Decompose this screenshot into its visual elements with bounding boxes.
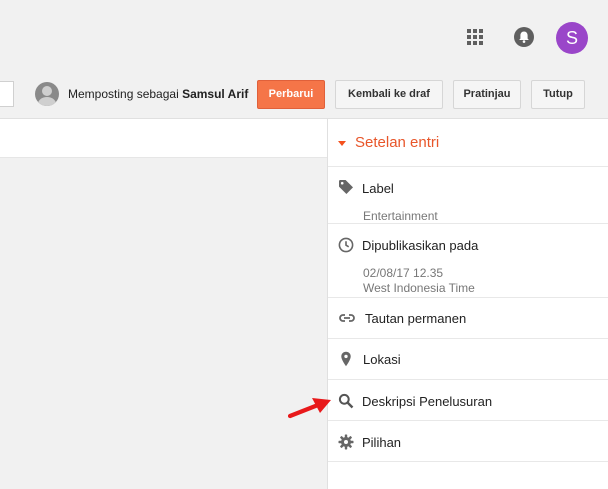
tag-icon (339, 180, 353, 194)
red-arrow-icon (288, 398, 331, 419)
editor-canvas[interactable] (0, 158, 327, 489)
gear-icon (338, 434, 354, 450)
author-avatar (35, 82, 59, 106)
post-settings-panel: Setelan entri Label Entertainment Dipubl… (327, 119, 608, 489)
apps-grid-icon[interactable] (466, 28, 484, 46)
setting-label-text: Label (362, 181, 394, 196)
panel-title: Setelan entri (355, 134, 440, 151)
bell-icon[interactable] (513, 26, 535, 48)
close-button[interactable]: Tutup (531, 80, 585, 109)
caret-down-icon (338, 141, 346, 146)
published-date: 02/08/17 12.35 (363, 266, 444, 280)
setting-published-on[interactable]: Dipublikasikan pada 02/08/17 12.35 West … (328, 224, 608, 298)
author-name: Samsul Arif (182, 87, 249, 101)
post-title-input[interactable] (0, 81, 14, 107)
post-toolbar: Memposting sebagai Samsul Arif Perbarui … (0, 72, 608, 119)
setting-search-description-text: Deskripsi Penelusuran (362, 394, 493, 409)
setting-permalink[interactable]: Tautan permanen (328, 298, 608, 339)
location-pin-icon (341, 351, 351, 367)
setting-labels[interactable]: Label Entertainment (328, 167, 608, 224)
setting-permalink-text: Tautan permanen (365, 311, 467, 326)
link-icon (339, 314, 355, 322)
top-bar: S (0, 0, 608, 72)
setting-search-description[interactable]: Deskripsi Penelusuran (328, 380, 608, 421)
editor-toolbar (0, 119, 327, 158)
setting-location[interactable]: Lokasi (328, 339, 608, 380)
setting-location-text: Lokasi (363, 352, 401, 367)
search-icon (338, 393, 354, 409)
setting-options-text: Pilihan (362, 435, 402, 450)
update-button[interactable]: Perbarui (257, 80, 325, 109)
post-settings-header[interactable]: Setelan entri (328, 119, 608, 167)
setting-options[interactable]: Pilihan (328, 421, 608, 462)
setting-published-text: Dipublikasikan pada (362, 238, 479, 253)
preview-button[interactable]: Pratinjau (453, 80, 521, 109)
posting-as-text: Memposting sebagai Samsul Arif (68, 87, 248, 101)
clock-icon (338, 237, 354, 253)
posting-as-prefix: Memposting sebagai (68, 87, 179, 101)
labels-value: Entertainment (363, 209, 438, 223)
revert-to-draft-button[interactable]: Kembali ke draf (335, 80, 443, 109)
published-timezone: West Indonesia Time (363, 281, 475, 295)
account-avatar[interactable]: S (556, 22, 588, 54)
